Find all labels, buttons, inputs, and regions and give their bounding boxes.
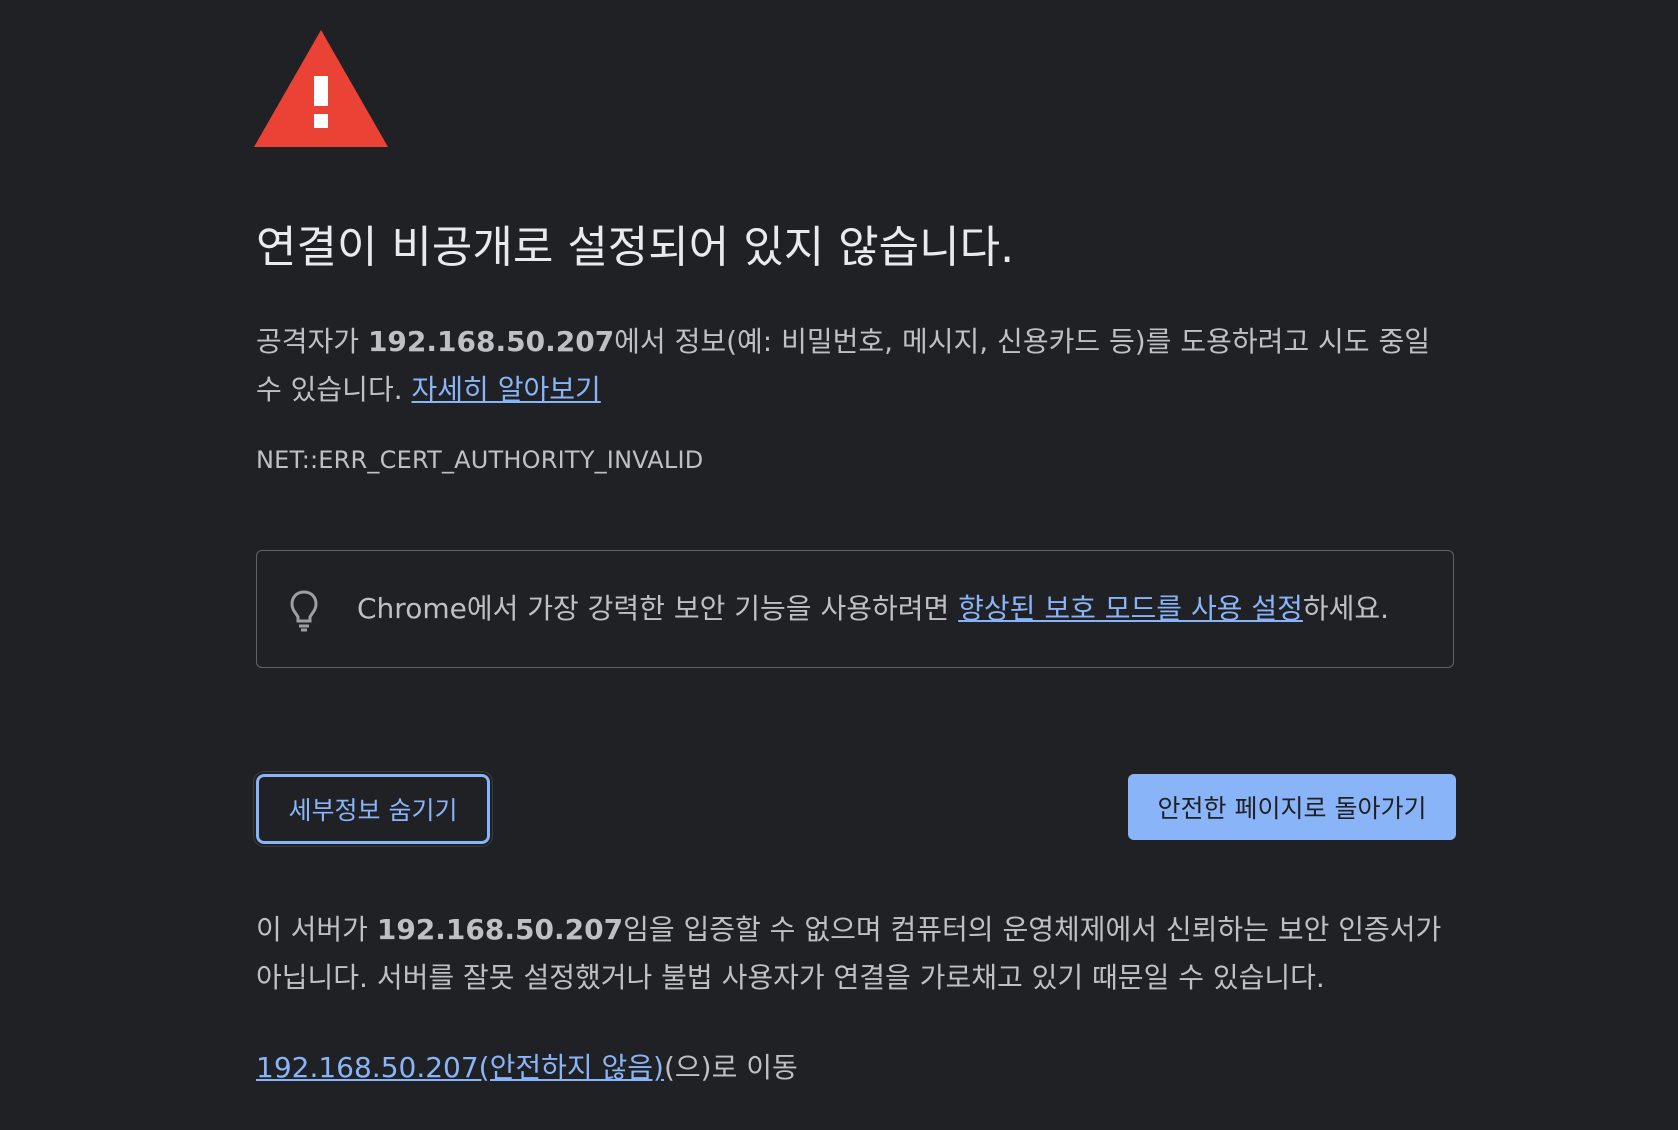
interstitial-page: 연결이 비공개로 설정되어 있지 않습니다. 공격자가 192.168.50.2…: [0, 0, 1678, 1130]
back-to-safety-button[interactable]: 안전한 페이지로 돌아가기: [1128, 774, 1456, 840]
warning-triangle-icon: [254, 30, 388, 147]
error-code: NET::ERR_CERT_AUTHORITY_INVALID: [256, 446, 704, 474]
proceed-line: 192.168.50.207(안전하지 않음)(으)로 이동: [256, 1046, 798, 1090]
tip-suffix: 하세요.: [1302, 592, 1390, 625]
details-prefix: 이 서버가: [256, 913, 377, 946]
details-host: 192.168.50.207: [376, 913, 624, 946]
tip-prefix: Chrome에서 가장 강력한 보안 기능을 사용하려면: [357, 592, 959, 625]
page-title: 연결이 비공개로 설정되어 있지 않습니다.: [256, 222, 1015, 273]
enhanced-protection-tip: Chrome에서 가장 강력한 보안 기능을 사용하려면 향상된 보호 모드를 …: [256, 550, 1454, 668]
proceed-suffix: (으)로 이동: [663, 1051, 798, 1084]
attack-message-prefix: 공격자가: [256, 325, 368, 358]
details-message: 이 서버가 192.168.50.207임을 입증할 수 없으며 컴퓨터의 운영…: [256, 906, 1458, 1002]
lightbulb-icon: [290, 590, 318, 632]
tip-text: Chrome에서 가장 강력한 보안 기능을 사용하려면 향상된 보호 모드를 …: [357, 587, 1389, 631]
enhanced-protection-link[interactable]: 향상된 보호 모드를 사용 설정: [958, 592, 1303, 625]
attack-message: 공격자가 192.168.50.207에서 정보(예: 비밀번호, 메시지, 신…: [256, 318, 1458, 414]
learn-more-link[interactable]: 자세히 알아보기: [412, 373, 601, 406]
attack-message-host: 192.168.50.207: [367, 325, 615, 358]
proceed-unsafe-link[interactable]: 192.168.50.207(안전하지 않음): [256, 1051, 664, 1084]
hide-details-button[interactable]: 세부정보 숨기기: [254, 772, 492, 846]
